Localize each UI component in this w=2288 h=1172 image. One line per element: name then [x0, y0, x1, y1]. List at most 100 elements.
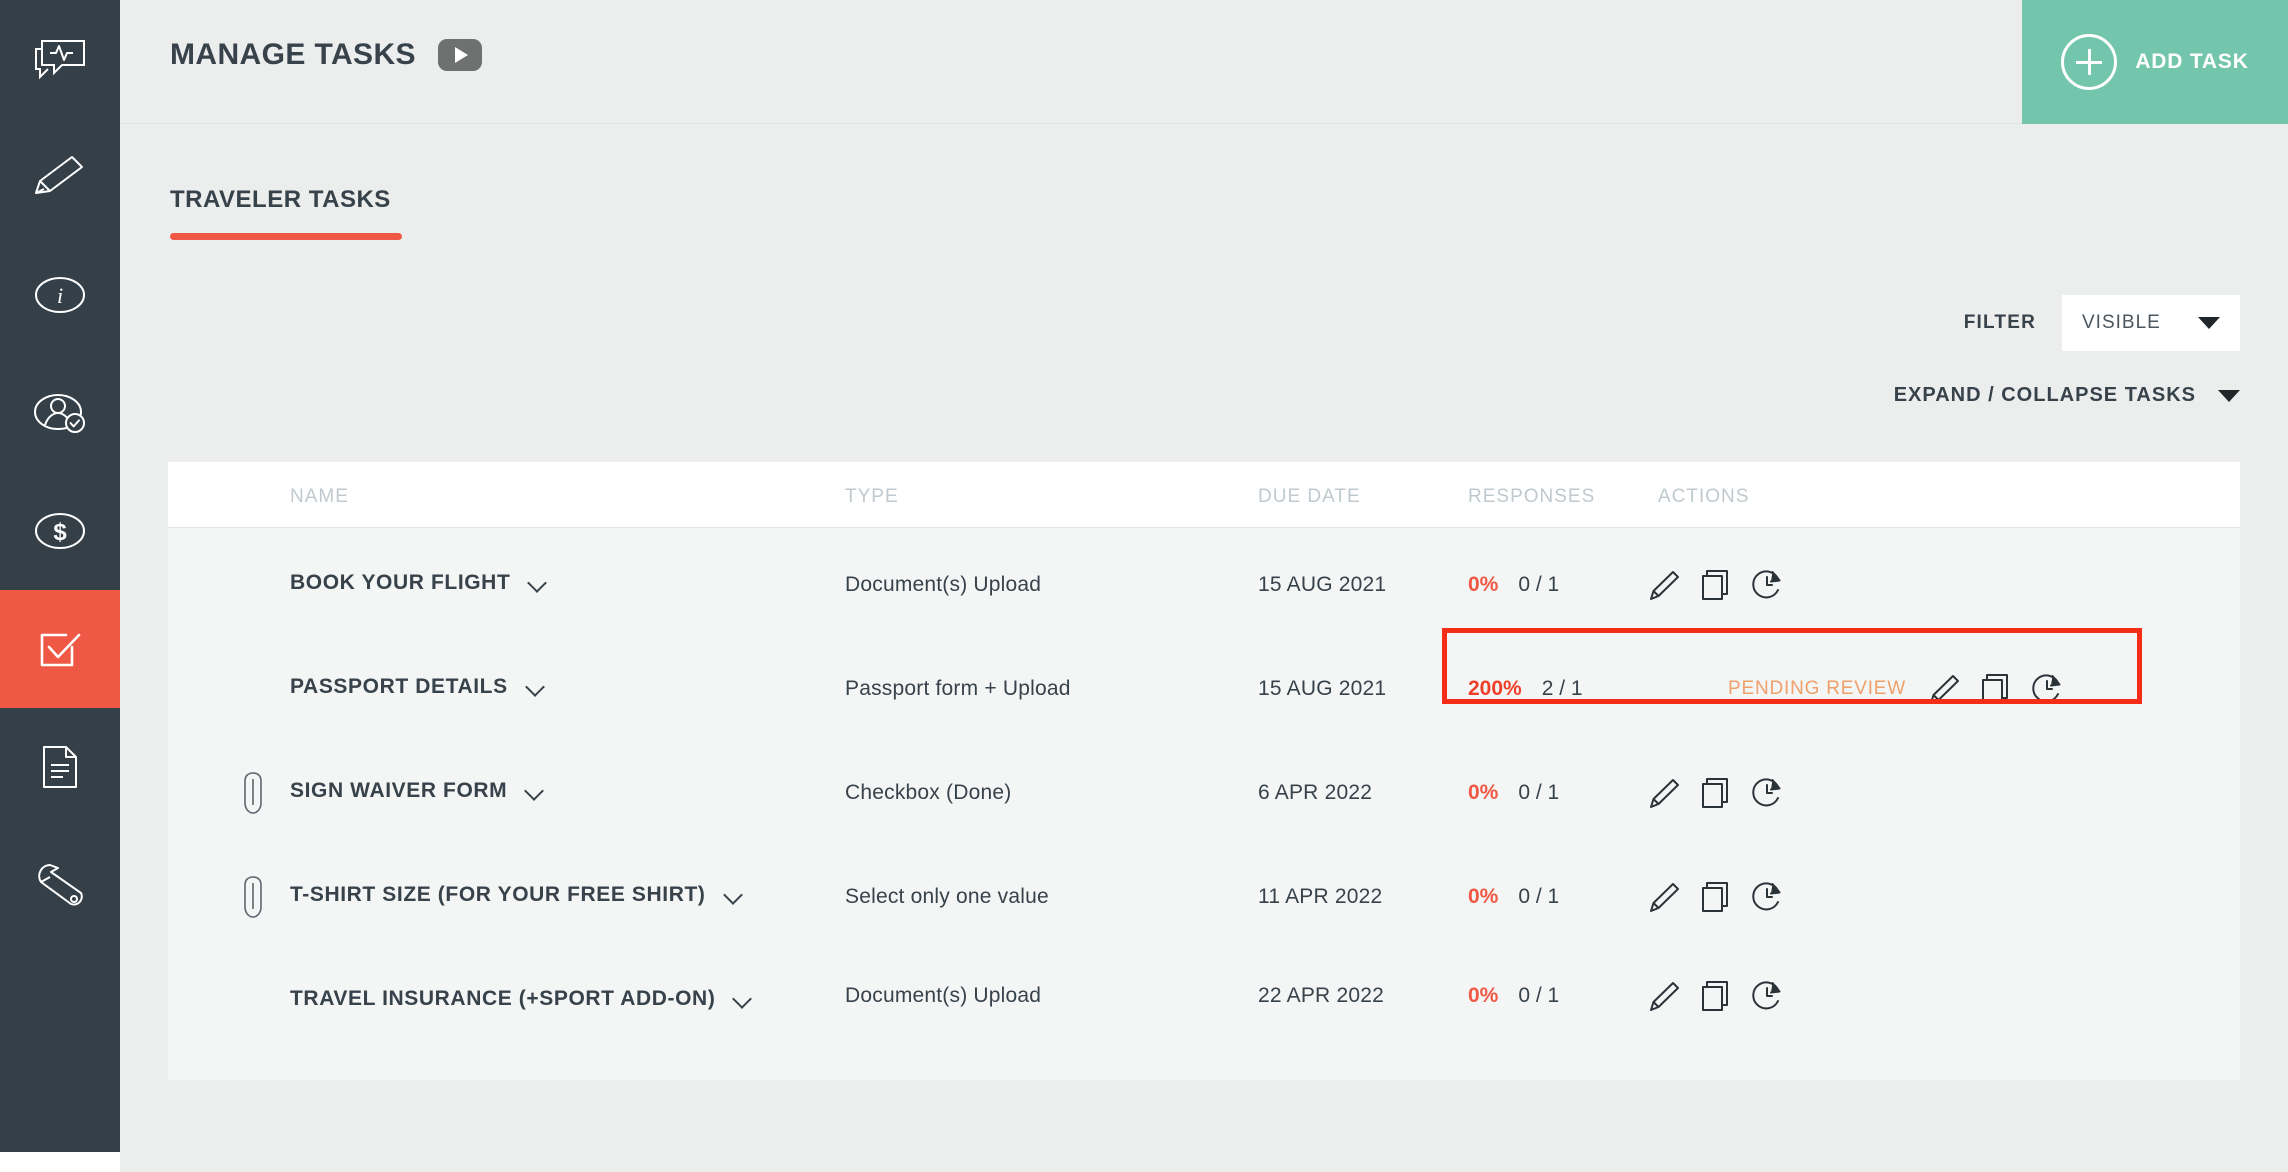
add-task-label: ADD TASK — [2135, 50, 2249, 73]
play-triangle — [454, 47, 468, 63]
task-actions-cell — [1648, 758, 1784, 828]
task-name-label: TRAVEL INSURANCE (+SPORT ADD-ON) — [290, 987, 716, 1010]
table-row: TRAVEL INSURANCE (+SPORT ADD-ON) Document… — [168, 966, 2240, 1070]
task-name-label: BOOK YOUR FLIGHT — [290, 571, 511, 594]
tasks-icon — [34, 625, 86, 673]
table-row: BOOK YOUR FLIGHT Document(s) Upload 15 AUG… — [168, 550, 2240, 620]
attachment-indicator[interactable] — [228, 862, 278, 932]
attachment-indicator[interactable] — [228, 758, 278, 828]
clock-reminder-icon[interactable] — [1750, 880, 1784, 914]
app-root: i $ MANAGE TASKS ADD TASK TRAVELER TASKS… — [0, 0, 2288, 1172]
task-response-fraction: 0 / 1 — [1518, 885, 1560, 908]
copy-icon[interactable] — [1700, 568, 1732, 602]
task-due-date-label: 11 APR 2022 — [1258, 885, 1383, 908]
task-name-toggle[interactable]: SIGN WAIVER FORM — [290, 774, 547, 808]
task-response-fraction: 0 / 1 — [1518, 984, 1560, 1007]
table-row: T-SHIRT SIZE (FOR YOUR FREE SHIRT) Select… — [168, 862, 2240, 932]
expand-collapse-tasks-button[interactable]: EXPAND / COLLAPSE TASKS — [1894, 384, 2240, 407]
svg-text:$: $ — [53, 519, 67, 546]
task-actions-cell — [1648, 966, 1784, 1026]
task-actions-cell — [1648, 550, 1784, 620]
clock-reminder-icon[interactable] — [1750, 979, 1784, 1013]
pencil-icon[interactable] — [1648, 776, 1682, 810]
expand-collapse-label: EXPAND / COLLAPSE TASKS — [1893, 384, 2196, 406]
task-type-label: Checkbox (Done) — [845, 781, 1012, 804]
task-name-cell: PASSPORT DETAILS — [290, 654, 830, 724]
clock-reminder-icon[interactable] — [1750, 568, 1784, 602]
edit-icon — [32, 153, 88, 201]
messages-icon — [32, 37, 88, 81]
task-actions-cell: PENDING REVIEW — [1468, 654, 2064, 724]
copy-icon[interactable] — [1700, 979, 1732, 1013]
chevron-down-icon[interactable] — [525, 784, 547, 796]
pencil-icon[interactable] — [1648, 568, 1682, 602]
column-header-actions: ACTIONS — [1658, 486, 1750, 507]
sidebar-item-messages[interactable] — [0, 0, 120, 118]
task-response-fraction: 0 / 1 — [1518, 573, 1560, 596]
page-title: MANAGE TASKS — [170, 38, 416, 71]
task-responses-cell: 0% 0 / 1 — [1468, 862, 1559, 932]
filter-select[interactable]: VISIBLE — [2062, 295, 2240, 351]
task-type-cell: Document(s) Upload — [845, 550, 1041, 620]
column-header-name: NAME — [290, 486, 349, 507]
task-due-date-label: 22 APR 2022 — [1258, 984, 1384, 1007]
task-name-toggle[interactable]: TRAVEL INSURANCE (+SPORT ADD-ON) — [290, 982, 755, 1016]
task-responses-cell: 0% 0 / 1 — [1468, 966, 1559, 1026]
copy-icon[interactable] — [1980, 672, 2012, 706]
pencil-icon[interactable] — [1648, 979, 1682, 1013]
tasks-table-card: NAME TYPE DUE DATE RESPONSES ACTIONS BOO… — [168, 462, 2240, 1080]
tab-active-underline — [170, 233, 402, 240]
chevron-down-icon — [2218, 389, 2240, 402]
pencil-icon[interactable] — [1648, 880, 1682, 914]
tab-traveler-tasks[interactable]: TRAVELER TASKS — [170, 186, 391, 230]
column-header-due-date: DUE DATE — [1258, 486, 1361, 507]
plus-circle-icon — [2061, 34, 2118, 90]
sidebar-item-settings[interactable] — [0, 826, 120, 944]
chevron-down-icon[interactable] — [724, 888, 746, 900]
task-name-cell: BOOK YOUR FLIGHT — [290, 550, 830, 620]
tab-bar: TRAVELER TASKS — [170, 186, 402, 240]
sidebar-item-info[interactable]: i — [0, 236, 120, 354]
top-header-bar: MANAGE TASKS ADD TASK — [120, 0, 2288, 124]
task-responses-cell: 0% 0 / 1 — [1468, 550, 1559, 620]
task-name-toggle[interactable]: PASSPORT DETAILS — [290, 670, 548, 704]
settings-wrench-icon — [33, 860, 87, 910]
task-type-label: Passport form + Upload — [845, 677, 1071, 700]
task-responses-cell: 0% 0 / 1 — [1468, 758, 1559, 828]
pencil-icon[interactable] — [1928, 672, 1962, 706]
chevron-down-icon[interactable] — [526, 680, 548, 692]
sidebar-item-tasks[interactable] — [0, 590, 120, 708]
sidebar-item-edit[interactable] — [0, 118, 120, 236]
table-header-row: NAME TYPE DUE DATE RESPONSES ACTIONS — [168, 462, 2240, 528]
task-type-cell: Select only one value — [845, 862, 1049, 932]
copy-icon[interactable] — [1700, 880, 1732, 914]
sidebar-item-travelers[interactable] — [0, 354, 120, 472]
clock-reminder-icon[interactable] — [1750, 776, 1784, 810]
filter-row: FILTER VISIBLE — [1964, 295, 2240, 351]
copy-icon[interactable] — [1700, 776, 1732, 810]
chevron-down-icon[interactable] — [528, 576, 550, 588]
task-due-date-cell: 15 AUG 2021 — [1258, 654, 1386, 724]
filter-select-value: VISIBLE — [2082, 312, 2161, 333]
task-due-date-cell: 22 APR 2022 — [1258, 966, 1384, 1026]
sidebar: i $ — [0, 0, 120, 1152]
add-task-button[interactable]: ADD TASK — [2022, 0, 2288, 124]
sidebar-item-payments[interactable]: $ — [0, 472, 120, 590]
task-actions-cell — [1648, 862, 1784, 932]
task-name-toggle[interactable]: T-SHIRT SIZE (FOR YOUR FREE SHIRT) — [290, 878, 746, 912]
task-due-date-label: 6 APR 2022 — [1258, 781, 1373, 804]
task-response-percent: 0% — [1468, 781, 1499, 804]
clock-reminder-icon[interactable] — [2030, 672, 2064, 706]
play-icon[interactable] — [437, 39, 482, 71]
task-due-date-label: 15 AUG 2021 — [1258, 573, 1387, 596]
traveler-icon — [32, 390, 88, 436]
info-icon: i — [34, 271, 86, 319]
task-name-toggle[interactable]: BOOK YOUR FLIGHT — [290, 566, 550, 600]
filter-label: FILTER — [1963, 312, 2036, 333]
sidebar-item-documents[interactable] — [0, 708, 120, 826]
chevron-down-icon[interactable] — [733, 992, 755, 1004]
task-response-percent: 0% — [1468, 984, 1499, 1007]
svg-text:i: i — [57, 283, 63, 308]
task-type-cell: Document(s) Upload — [845, 966, 1041, 1026]
task-due-date-cell: 15 AUG 2021 — [1258, 550, 1386, 620]
